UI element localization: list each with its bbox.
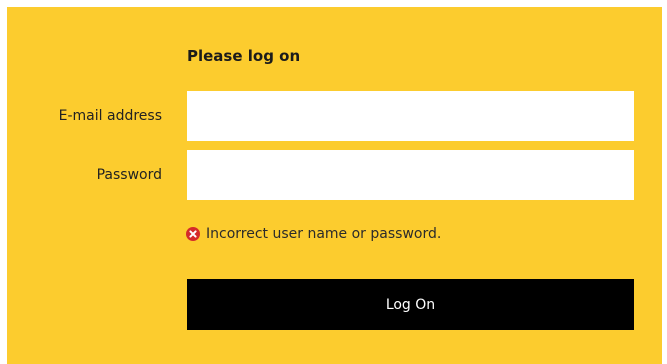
password-label: Password bbox=[96, 167, 162, 183]
error-message: Incorrect user name or password. bbox=[186, 226, 441, 242]
form-title: Please log on bbox=[187, 47, 301, 65]
error-circle-x-icon bbox=[186, 227, 200, 241]
log-on-button[interactable]: Log On bbox=[187, 279, 634, 330]
error-text: Incorrect user name or password. bbox=[206, 226, 442, 242]
email-field[interactable] bbox=[187, 91, 634, 141]
email-label: E-mail address bbox=[58, 108, 162, 124]
login-panel: Please log on E-mail address Password In… bbox=[7, 7, 662, 364]
password-field[interactable] bbox=[187, 150, 634, 200]
